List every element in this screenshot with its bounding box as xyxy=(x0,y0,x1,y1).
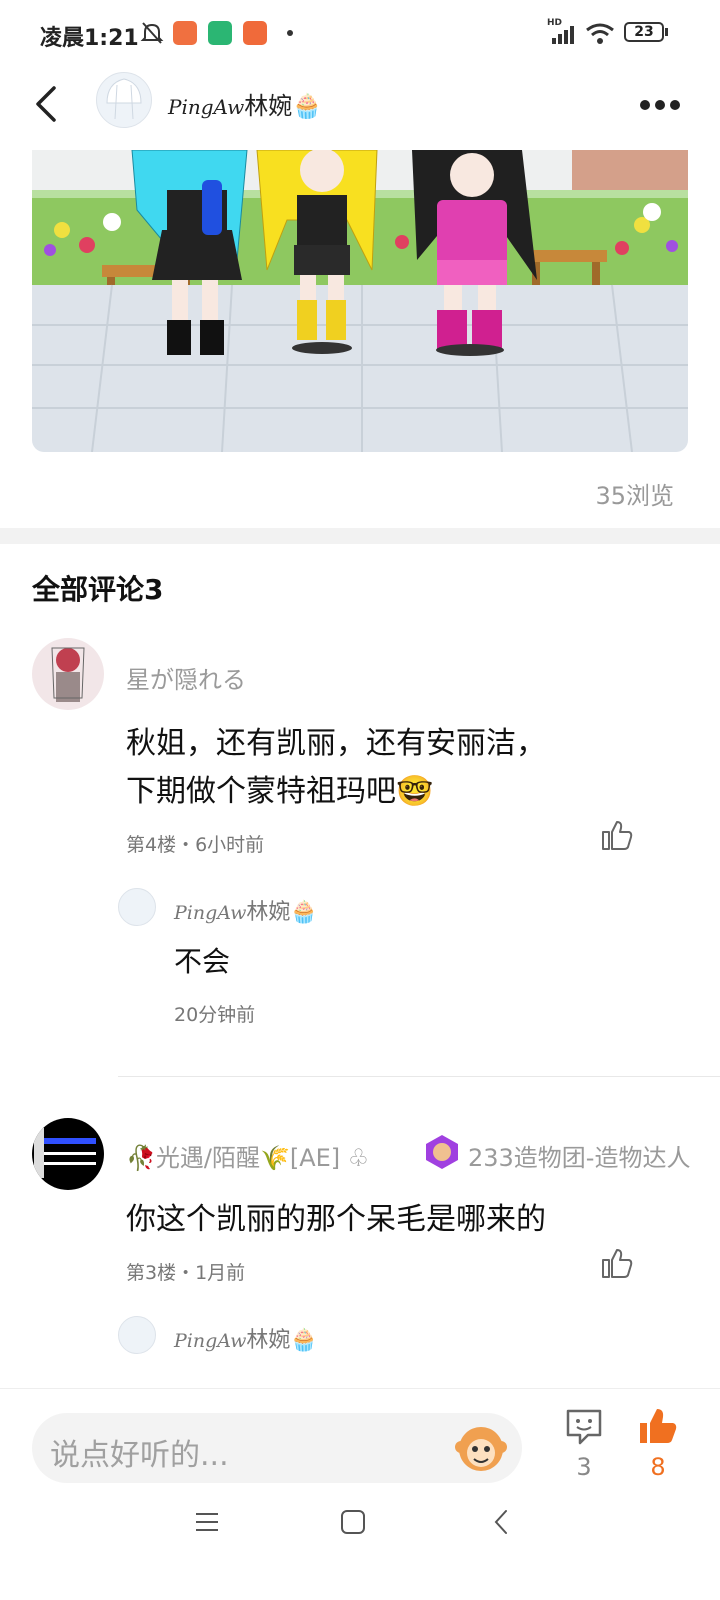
reply-author-cn: 林婉🧁 xyxy=(246,1328,318,1353)
like-count: 8 xyxy=(650,1453,666,1481)
status-time: 凌晨1:21 xyxy=(40,26,139,51)
system-navigation-bar xyxy=(0,1500,720,1600)
status-bar: 凌晨1:21 HD 23 xyxy=(0,0,720,64)
back-arrow-icon[interactable] xyxy=(32,84,60,124)
commenter-avatar[interactable] xyxy=(32,638,104,710)
back-icon[interactable] xyxy=(490,1508,514,1536)
more-notifications-dot xyxy=(287,30,293,36)
app-notification-icon xyxy=(173,21,197,45)
shield-app-icon xyxy=(208,21,232,45)
like-button[interactable]: 8 xyxy=(636,1407,680,1491)
home-icon[interactable] xyxy=(340,1508,366,1536)
comment-input[interactable]: 说点好听的... xyxy=(32,1413,522,1483)
section-divider xyxy=(0,528,720,544)
thumbs-up-filled-icon xyxy=(640,1409,677,1443)
post-image[interactable] xyxy=(32,150,688,452)
author-script-name: PingAw xyxy=(168,95,245,119)
creator-badge-icon xyxy=(424,1134,460,1170)
reply-author-cn: 林婉🧁 xyxy=(246,900,318,925)
commenter-name[interactable]: 星が隠れる xyxy=(126,660,246,695)
menu-icon[interactable] xyxy=(194,1510,220,1534)
reply-author-avatar[interactable] xyxy=(118,1316,156,1354)
battery-icon: 23 xyxy=(624,22,664,42)
commenter-name[interactable]: 🥀光遇/陌醒🌾[AE] ♧ xyxy=(126,1138,369,1173)
thumbs-up-icon[interactable] xyxy=(600,818,634,852)
reply-time: 20分钟前 xyxy=(174,1004,256,1026)
reply-author-name[interactable]: PingAw林婉🧁 xyxy=(174,894,318,926)
view-count: 35浏览 xyxy=(595,482,674,510)
comment-bubble-icon xyxy=(566,1409,602,1445)
comment-count-button[interactable]: 3 xyxy=(564,1407,604,1491)
signal-icon xyxy=(552,26,574,44)
comment-bar: 说点好听的... 3 8 xyxy=(0,1388,720,1501)
emoji-monkey-icon[interactable] xyxy=(454,1421,508,1475)
reply-author-script: PingAw xyxy=(174,902,247,924)
comments-title: 全部评论3 xyxy=(32,573,164,606)
creator-badge-text: 233造物团-造物达人 xyxy=(468,1144,691,1172)
battery-tip xyxy=(665,28,668,36)
author-avatar[interactable] xyxy=(96,72,152,128)
battery-level: 23 xyxy=(634,24,654,40)
commenter-avatar[interactable] xyxy=(32,1118,104,1190)
more-options-icon[interactable] xyxy=(640,96,680,115)
comment-meta: 第3楼・1月前 xyxy=(126,1262,246,1284)
thumbs-up-icon[interactable] xyxy=(600,1246,634,1280)
reply-author-avatar[interactable] xyxy=(118,888,156,926)
post-header: PingAw林婉🧁 xyxy=(0,64,720,144)
reply-author-script: PingAw xyxy=(174,1330,247,1352)
mi-app-icon xyxy=(243,21,267,45)
comment-text-line: 下期做个蒙特祖玛吧🤓 xyxy=(126,774,434,809)
comment-input-placeholder: 说点好听的... xyxy=(50,1438,229,1473)
reply-author-name[interactable]: PingAw林婉🧁 xyxy=(174,1322,318,1354)
comment-text: 你这个凯丽的那个呆毛是哪来的 xyxy=(126,1202,546,1237)
comment-count: 3 xyxy=(576,1453,592,1481)
comment-divider xyxy=(118,1076,720,1077)
comment-text-line: 秋姐，还有凯丽，还有安丽洁， xyxy=(126,726,546,761)
author-cn-name: 林婉🧁 xyxy=(244,92,323,120)
comment-meta: 第4楼・6小时前 xyxy=(126,834,265,856)
wifi-icon xyxy=(586,23,614,44)
reply-text: 不会 xyxy=(174,945,231,978)
author-name[interactable]: PingAw林婉🧁 xyxy=(168,86,322,121)
bell-off-icon xyxy=(140,22,164,44)
